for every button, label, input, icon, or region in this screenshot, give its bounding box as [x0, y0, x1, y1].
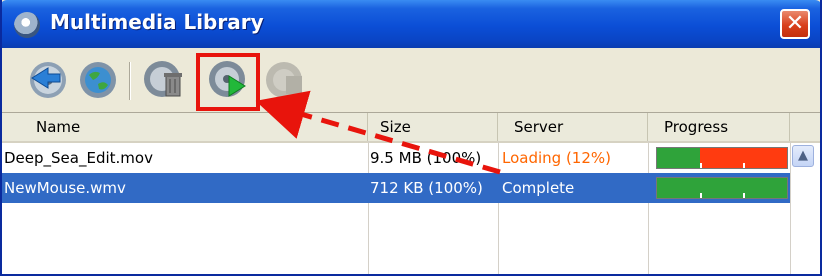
multimedia-library-window: Multimedia Library ✕ Name Size Server Pr… — [0, 0, 822, 276]
callout-arrow — [255, 90, 501, 175]
